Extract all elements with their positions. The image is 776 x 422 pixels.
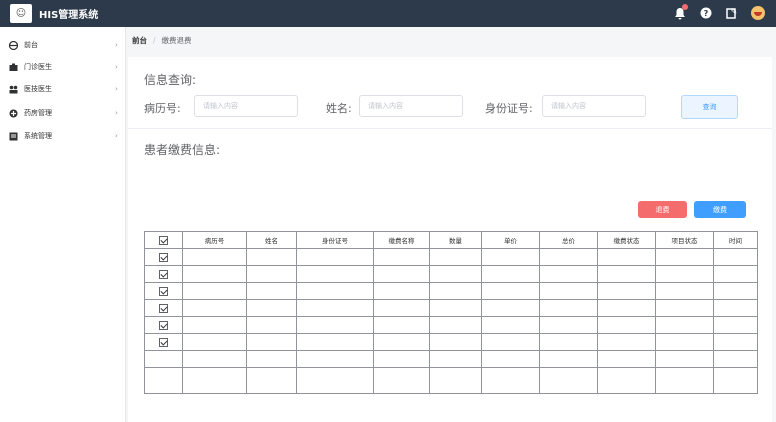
- bell-icon[interactable]: [672, 4, 688, 22]
- column-header: 总价: [539, 231, 598, 249]
- user-avatar-icon[interactable]: [750, 4, 766, 22]
- table-row: [144, 248, 758, 266]
- front-desk-icon: [9, 40, 18, 50]
- record-number-label: 病历号:: [144, 102, 181, 115]
- id-number-input[interactable]: [542, 95, 646, 117]
- table-header-row: 病历号 姓名 身份证号 缴费名称 数量 单价 总价 缴费状态 项目状态 时间: [144, 231, 758, 249]
- column-header: 时间: [713, 231, 758, 249]
- table-row: [144, 265, 758, 283]
- main-content: 前台 / 缴费退费 信息查询: 病历号: 姓名: 身份证号: 查询 患者缴费信息…: [126, 27, 776, 422]
- row-checkbox[interactable]: [159, 286, 168, 296]
- pay-button[interactable]: 缴费: [694, 201, 746, 218]
- table-row: [144, 299, 758, 317]
- app-logo: ☺: [10, 4, 32, 23]
- sidebar-item-system[interactable]: 系统管理 ›: [0, 125, 126, 147]
- row-checkbox[interactable]: [159, 252, 168, 262]
- row-checkbox[interactable]: [159, 320, 168, 330]
- query-section-title: 信息查询:: [144, 73, 197, 87]
- top-bar: ☺ HIS管理系统 ? ✎: [0, 0, 776, 27]
- table-row: [144, 350, 758, 368]
- top-icons: ? ✎: [672, 4, 766, 22]
- refund-button[interactable]: 退费: [638, 201, 687, 218]
- edit-icon[interactable]: ✎: [724, 4, 740, 22]
- sidebar-item-label: 医技医生: [24, 85, 52, 93]
- table-row: [144, 282, 758, 300]
- row-checkbox[interactable]: [159, 269, 168, 279]
- column-header: 数量: [429, 231, 482, 249]
- table-row: [144, 367, 758, 394]
- select-all-checkbox[interactable]: [159, 235, 168, 245]
- id-number-label: 身份证号:: [485, 102, 533, 115]
- sidebar-item-front-desk[interactable]: 前台 ›: [0, 34, 126, 56]
- app-title: HIS管理系统: [39, 10, 99, 21]
- sidebar-item-label: 药房管理: [24, 109, 52, 117]
- payment-section-title: 患者缴费信息:: [144, 143, 221, 157]
- pharmacy-icon: [9, 109, 18, 117]
- logo-glyph: ☺: [15, 8, 27, 19]
- chevron-right-icon: ›: [115, 85, 118, 93]
- column-header: 病历号: [182, 231, 247, 249]
- select-all-cell[interactable]: [144, 231, 183, 249]
- breadcrumb-root[interactable]: 前台: [132, 35, 147, 46]
- chevron-right-icon: ›: [115, 41, 118, 49]
- system-icon: [9, 132, 18, 140]
- query-button[interactable]: 查询: [681, 95, 738, 119]
- help-icon[interactable]: ?: [698, 4, 714, 22]
- sidebar-item-label: 前台: [24, 41, 38, 49]
- column-header: 缴费名称: [373, 231, 430, 249]
- notification-dot: [682, 4, 688, 10]
- row-checkbox[interactable]: [159, 303, 168, 313]
- column-header: 项目状态: [655, 231, 714, 249]
- help-glyph: ?: [704, 9, 709, 18]
- sidebar-item-outpatient[interactable]: 门诊医生 ›: [0, 56, 126, 78]
- payment-table: 病历号 姓名 身份证号 缴费名称 数量 单价 总价 缴费状态 项目状态 时间: [144, 231, 758, 394]
- column-header: 姓名: [246, 231, 297, 249]
- table-row: [144, 316, 758, 334]
- column-header: 单价: [481, 231, 540, 249]
- sidebar-item-label: 系统管理: [24, 132, 52, 140]
- sidebar-item-medtech[interactable]: 医技医生 ›: [0, 78, 126, 100]
- breadcrumb-current: 缴费退费: [161, 36, 192, 45]
- breadcrumb-separator: /: [153, 36, 156, 45]
- sidebar-item-pharmacy[interactable]: 药房管理 ›: [0, 102, 126, 124]
- chevron-right-icon: ›: [115, 63, 118, 71]
- table-row: [144, 333, 758, 351]
- column-header: 身份证号: [296, 231, 374, 249]
- outpatient-icon: [9, 63, 18, 71]
- name-input[interactable]: [359, 95, 463, 117]
- sidebar-item-label: 门诊医生: [24, 63, 52, 71]
- column-header: 缴费状态: [597, 231, 656, 249]
- sidebar: 前台 › 门诊医生 › 医技医生 › 药房管理 › 系统管理 ›: [0, 27, 126, 422]
- row-checkbox[interactable]: [159, 337, 168, 347]
- breadcrumb: 前台 / 缴费退费: [132, 35, 192, 46]
- content-panel: 信息查询: 病历号: 姓名: 身份证号: 查询 患者缴费信息: 退费 缴费 病历…: [128, 57, 772, 422]
- chevron-right-icon: ›: [115, 132, 118, 140]
- edit-glyph: ✎: [731, 7, 738, 16]
- chevron-right-icon: ›: [115, 109, 118, 117]
- medtech-icon: [9, 85, 18, 93]
- record-number-input[interactable]: [194, 95, 298, 117]
- name-label: 姓名:: [326, 102, 352, 115]
- section-divider: [128, 128, 772, 129]
